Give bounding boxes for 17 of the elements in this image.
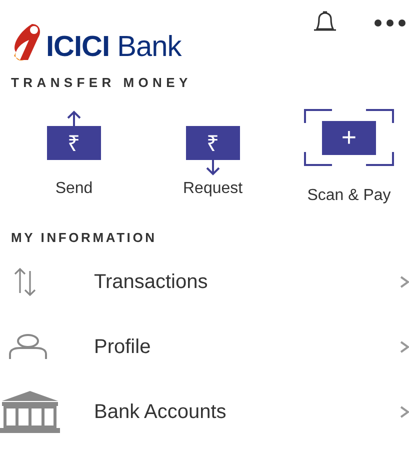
transfer-arrows-icon	[14, 266, 38, 296]
more-icon[interactable]	[374, 19, 408, 27]
action-button[interactable]: ₹ Request	[183, 110, 243, 201]
bell-icon[interactable]	[312, 10, 338, 34]
list-item[interactable]: Bank Accounts	[0, 379, 409, 444]
bank-building-icon	[0, 390, 60, 434]
section-title: TRANSFER MONEY	[10, 76, 193, 89]
action-button[interactable]: ₹ Send	[47, 110, 101, 201]
person-icon	[8, 334, 48, 360]
chevron-icon	[400, 274, 409, 288]
chevron-icon	[400, 340, 409, 354]
list-item[interactable]: Transactions	[0, 249, 409, 314]
action-button[interactable]: + Scan & Pay	[304, 110, 394, 208]
list-item[interactable]: Profile	[0, 314, 409, 379]
chevron-icon	[400, 404, 409, 418]
section-title: MY INFORMATION	[10, 231, 158, 244]
logo-text: ICICI Bank	[46, 33, 182, 62]
